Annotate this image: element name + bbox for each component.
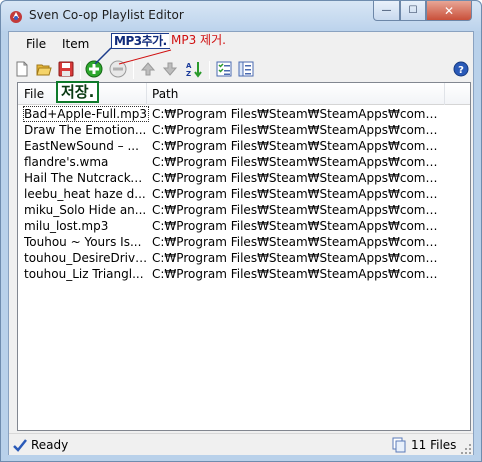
status-ready: Ready: [31, 438, 69, 452]
playlist-listview[interactable]: File Path Bad+Apple-Full.mp3 C:₩Program F…: [17, 82, 471, 431]
cell-file: Touhou ~ Yours Is...: [24, 235, 142, 249]
list-row[interactable]: leebu_heat haze d... C:₩Program Files₩Ste…: [18, 186, 470, 202]
maximize-icon: ☐: [408, 5, 418, 16]
cell-path: C:₩Program Files₩Steam₩SteamApps₩comm...: [152, 171, 444, 185]
list-row[interactable]: Hail The Nutcracke... C:₩Program Files₩St…: [18, 170, 470, 186]
cell-path: C:₩Program Files₩Steam₩SteamApps₩comm...: [152, 235, 444, 249]
menu-file[interactable]: File: [26, 37, 46, 51]
window-title: Sven Co-op Playlist Editor: [29, 8, 184, 22]
save-icon: [58, 61, 74, 77]
checkmark-icon: [12, 437, 28, 453]
column-header-path[interactable]: Path: [152, 87, 178, 101]
cell-path: C:₩Program Files₩Steam₩SteamApps₩comm...: [152, 267, 444, 281]
open-icon: [36, 64, 52, 76]
check-list-icon: [216, 61, 232, 77]
list-button[interactable]: [237, 60, 255, 78]
title-bar[interactable]: Sven Co-op Playlist Editor — ☐ ✕: [1, 1, 481, 31]
cell-file: flandre's.wma: [24, 155, 109, 169]
toolbar-separator: [209, 61, 210, 79]
cell-path: C:₩Program Files₩Steam₩SteamApps₩comm...: [152, 187, 444, 201]
cell-path: C:₩Program Files₩Steam₩SteamApps₩comm...: [152, 203, 444, 217]
toolbar-separator: [80, 61, 81, 79]
svg-text:?: ?: [458, 65, 464, 76]
list-row[interactable]: milu_lost.mp3 C:₩Program Files₩Steam₩Stea…: [18, 218, 470, 234]
save-button[interactable]: [57, 60, 75, 78]
menu-item[interactable]: Item: [62, 37, 89, 51]
minimize-icon: —: [381, 5, 392, 16]
cell-path: C:₩Program Files₩Steam₩SteamApps₩comm...: [152, 139, 444, 153]
column-divider[interactable]: [146, 83, 147, 105]
open-button[interactable]: [35, 60, 53, 78]
minimize-button[interactable]: —: [373, 1, 400, 21]
list-row[interactable]: Touhou ~ Yours Is... C:₩Program Files₩Ste…: [18, 234, 470, 250]
files-icon: [391, 437, 407, 453]
cell-path: C:₩Program Files₩Steam₩SteamApps₩comm...: [152, 107, 444, 121]
list-icon: [238, 61, 254, 77]
column-header-file[interactable]: File: [24, 87, 44, 101]
maximize-button[interactable]: ☐: [400, 1, 426, 21]
cell-file: Bad+Apple-Full.mp3: [23, 106, 149, 122]
list-rows: Bad+Apple-Full.mp3 C:₩Program Files₩Steam…: [18, 106, 470, 282]
list-row[interactable]: Bad+Apple-Full.mp3 C:₩Program Files₩Steam…: [18, 106, 470, 122]
client-area: File Item A Z ? MP3추가. MP3 제거. File Path…: [8, 31, 474, 455]
list-row[interactable]: EastNewSound – ... C:₩Program Files₩Steam…: [18, 138, 470, 154]
cell-file: touhou_Liz Triangl...: [24, 267, 144, 281]
status-file-count: 11 Files: [411, 438, 457, 452]
toolbar: A Z ?: [9, 57, 473, 83]
help-button[interactable]: ?: [452, 60, 470, 78]
list-row[interactable]: miku_Solo Hide an... C:₩Program Files₩Ste…: [18, 202, 470, 218]
cell-file: milu_lost.mp3: [24, 219, 109, 233]
cell-file: touhou_DesireDrive...: [24, 251, 148, 265]
list-row[interactable]: touhou_DesireDrive... C:₩Program Files₩St…: [18, 250, 470, 266]
cell-path: C:₩Program Files₩Steam₩SteamApps₩comm...: [152, 219, 444, 233]
cell-file: Hail The Nutcracke...: [24, 171, 148, 185]
close-button[interactable]: ✕: [426, 1, 472, 21]
cell-file: EastNewSound – ...: [24, 139, 139, 153]
cell-path: C:₩Program Files₩Steam₩SteamApps₩comm...: [152, 251, 444, 265]
cell-path: C:₩Program Files₩Steam₩SteamApps₩comm...: [152, 123, 444, 137]
help-icon: ?: [453, 61, 469, 77]
list-row[interactable]: Draw The Emotion... C:₩Program Files₩Stea…: [18, 122, 470, 138]
list-row[interactable]: flandre's.wma C:₩Program Files₩Steam₩Stea…: [18, 154, 470, 170]
column-divider[interactable]: [444, 83, 445, 105]
check-list-button[interactable]: [215, 60, 233, 78]
new-icon: [16, 61, 28, 77]
menu-bar: File Item: [9, 32, 473, 56]
status-bar: Ready 11 Files: [9, 433, 473, 455]
cell-path: C:₩Program Files₩Steam₩SteamApps₩comm...: [152, 155, 444, 169]
cell-file: leebu_heat haze d...: [24, 187, 146, 201]
app-window: Sven Co-op Playlist Editor — ☐ ✕ File It…: [0, 0, 482, 462]
new-button[interactable]: [13, 60, 31, 78]
cell-file: miku_Solo Hide an...: [24, 203, 147, 217]
svg-text:Z: Z: [186, 70, 191, 78]
annotation-save: 저장.: [56, 81, 100, 103]
close-icon: ✕: [443, 3, 455, 18]
annotation-lines: [94, 47, 172, 65]
list-row[interactable]: touhou_Liz Triangl... C:₩Program Files₩St…: [18, 266, 470, 282]
cell-file: Draw The Emotion...: [24, 123, 147, 137]
resize-grip-icon[interactable]: [461, 443, 471, 454]
app-icon: [8, 8, 24, 24]
